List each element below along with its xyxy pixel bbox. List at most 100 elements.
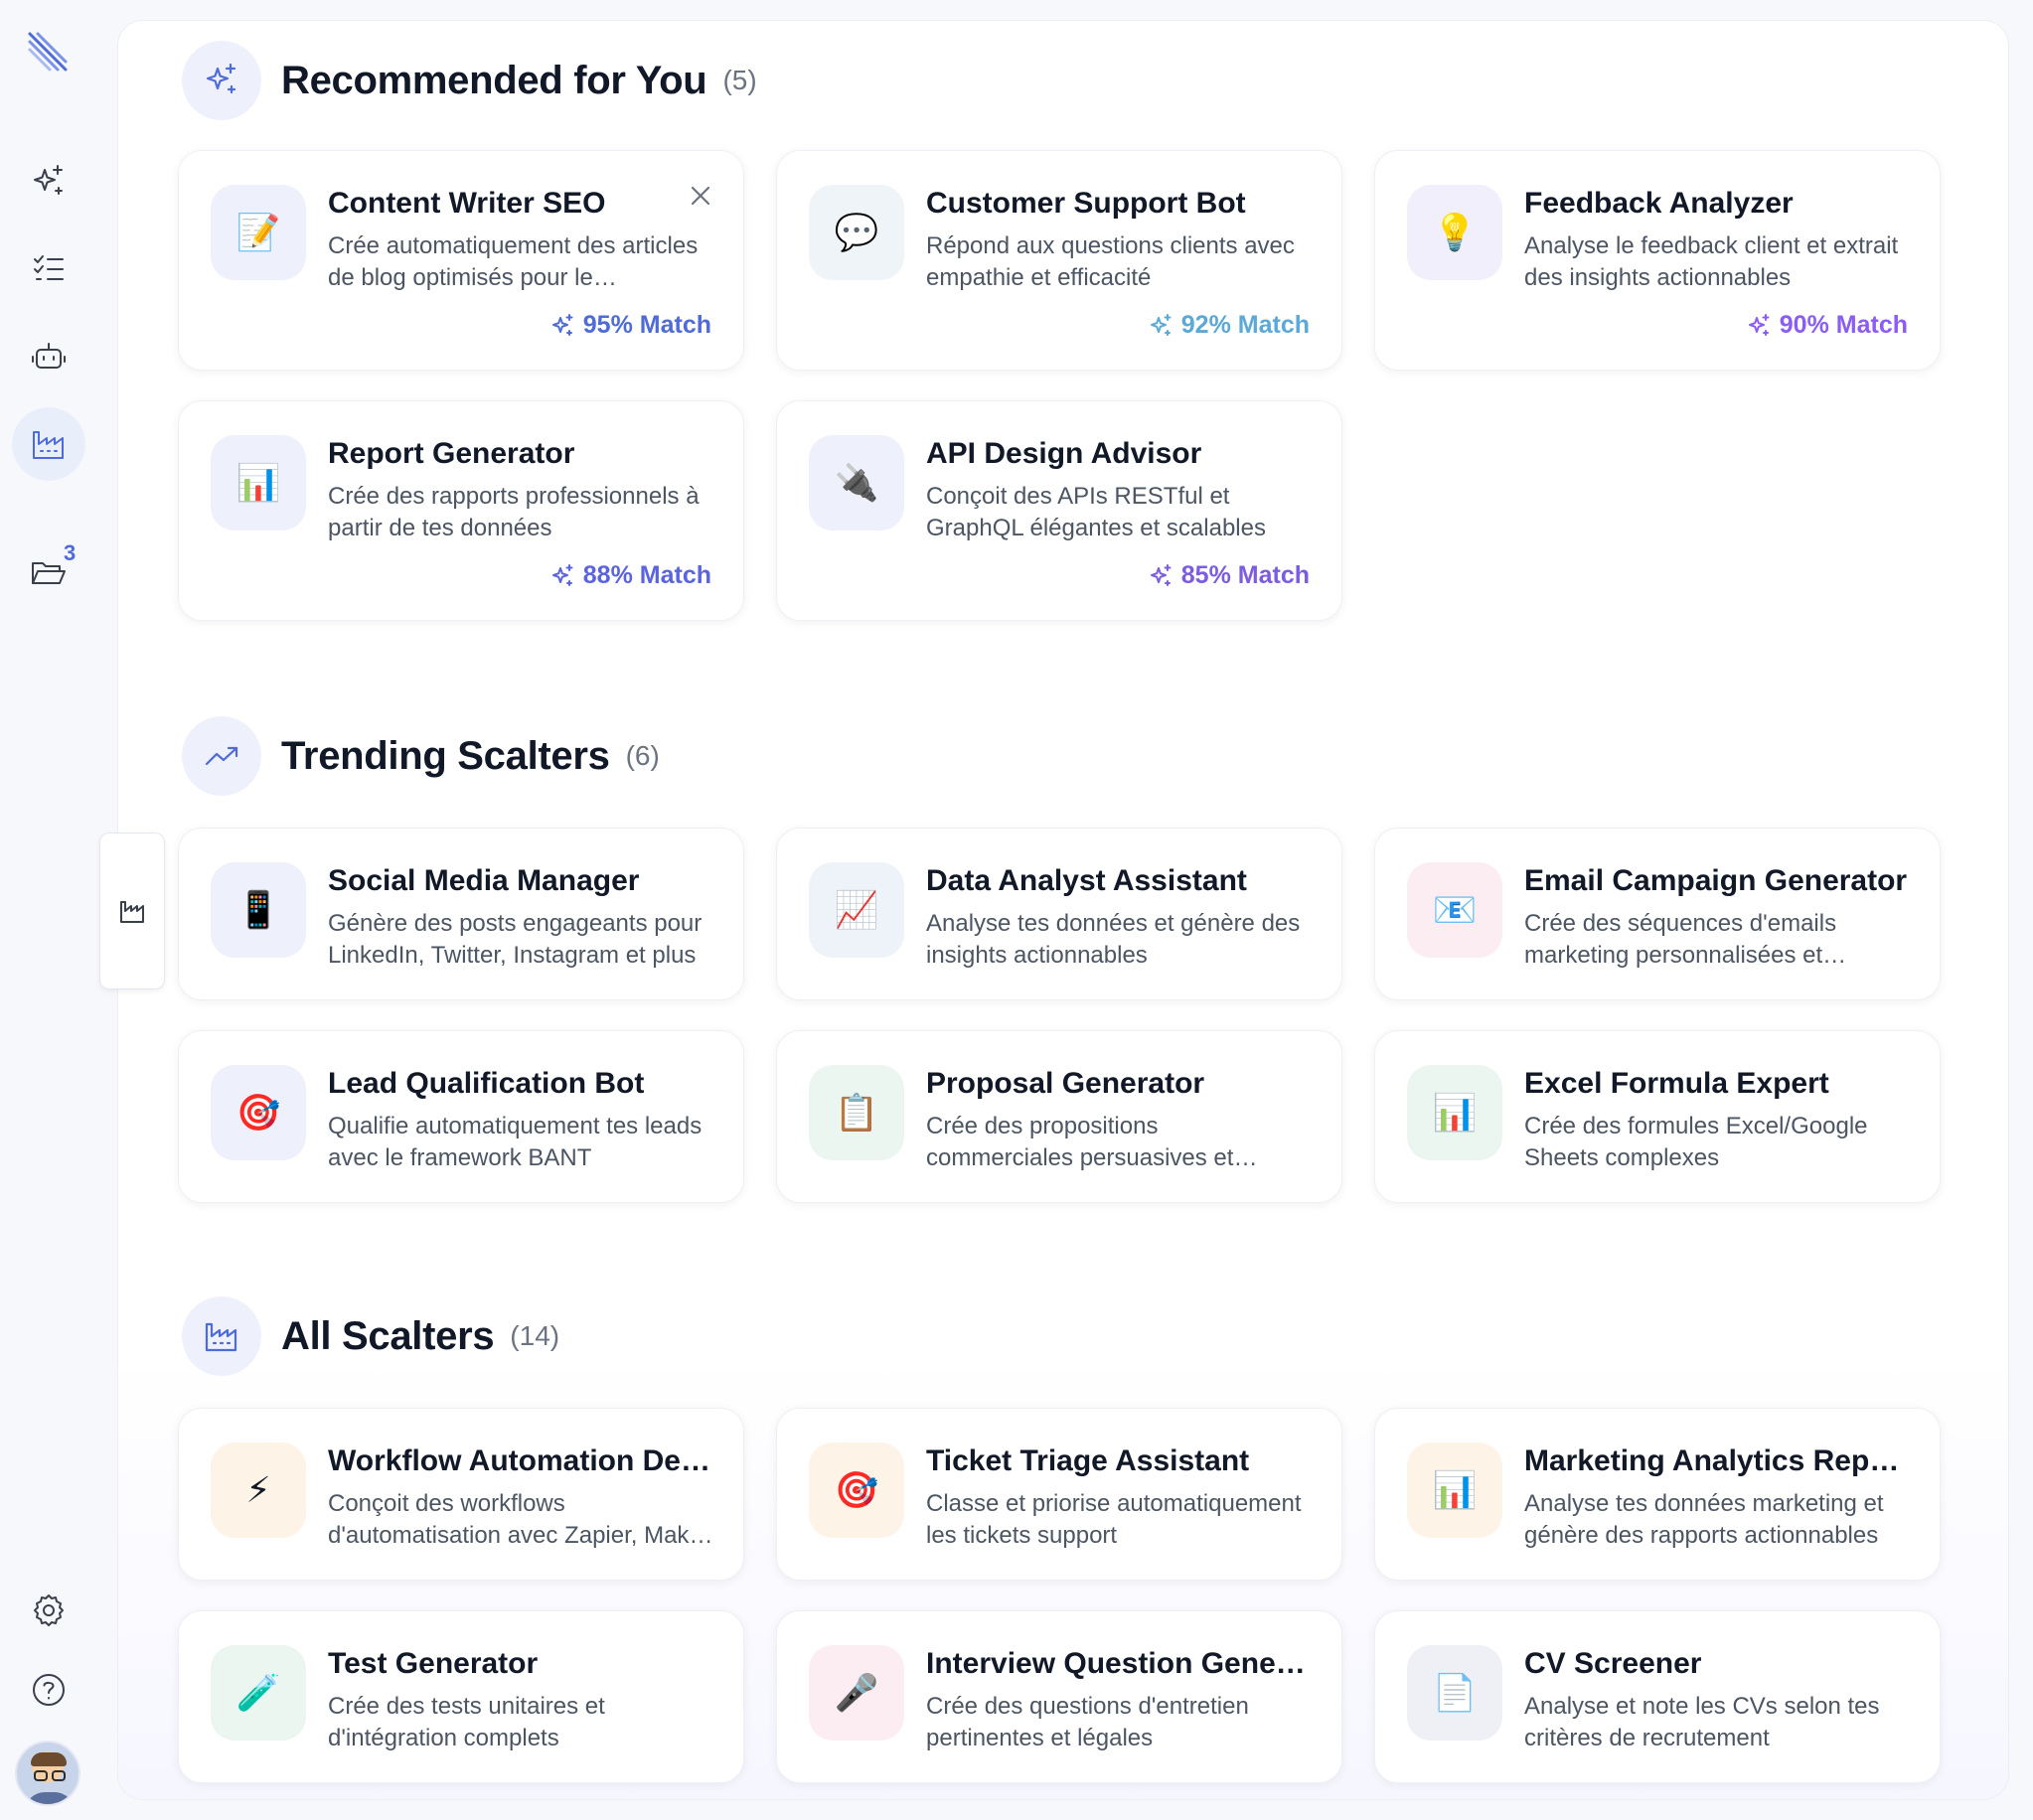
- sidebar-item-factory[interactable]: [12, 407, 85, 481]
- card-title: Excel Formula Expert: [1524, 1067, 1829, 1100]
- card-title: Proposal Generator: [926, 1067, 1205, 1100]
- card-description: Analyse et note les CVs selon tes critèr…: [1524, 1693, 1880, 1751]
- match-label: 90% Match: [1779, 311, 1908, 339]
- card-description: Crée des propositions commerciales persu…: [926, 1113, 1234, 1171]
- match-score: 85% Match: [1148, 561, 1310, 590]
- card-title: Workflow Automation Designer: [328, 1444, 713, 1477]
- scalter-card[interactable]: 📊 Report Generator Crée des rapports profe…: [178, 400, 744, 621]
- card-title: Marketing Analytics Reporter: [1524, 1444, 1910, 1477]
- recommended-header: Recommended for You (5): [182, 41, 757, 120]
- bot-icon: [32, 343, 66, 369]
- panel-toggle-handle[interactable]: [99, 833, 165, 989]
- trending-up-icon: [182, 716, 261, 796]
- folder-icon: [32, 562, 66, 584]
- sparkles-icon: [1748, 313, 1770, 336]
- match-label: 92% Match: [1180, 311, 1310, 339]
- card-description: Qualifie automatiquement tes leads avec …: [328, 1113, 703, 1171]
- tasks-icon: [34, 255, 64, 280]
- match-label: 95% Match: [582, 311, 711, 339]
- scalter-card[interactable]: 🎯 Ticket Triage Assistant Classe et priori…: [776, 1408, 1342, 1581]
- sparkles-icon: [551, 313, 573, 336]
- user-avatar[interactable]: [15, 1741, 80, 1806]
- help-button[interactable]: [12, 1653, 85, 1727]
- scalter-card[interactable]: 📈 Data Analyst Assistant Analyse tes donné…: [776, 828, 1342, 1000]
- scalter-card[interactable]: 📧 Email Campaign Generator Crée des séquen…: [1374, 828, 1941, 1000]
- card-emoji-icon: 🎯: [809, 1442, 904, 1538]
- sparkles-icon: [1150, 563, 1172, 586]
- scalter-card[interactable]: 📋 Proposal Generator Crée des propositions…: [776, 1030, 1342, 1203]
- card-description: Classe et priorise automatiquement les t…: [926, 1490, 1302, 1549]
- card-emoji-icon: 📱: [211, 862, 306, 958]
- card-title: API Design Advisor: [926, 437, 1202, 470]
- card-emoji-icon: 📊: [1407, 1065, 1502, 1160]
- match-label: 88% Match: [582, 561, 711, 589]
- card-title: CV Screener: [1524, 1647, 1702, 1680]
- card-emoji-icon: 🔌: [809, 435, 904, 531]
- section-title: Recommended for You: [281, 58, 707, 102]
- card-emoji-icon: ⚡: [211, 1442, 306, 1538]
- factory-icon: [182, 1296, 261, 1376]
- scalter-card[interactable]: 📄 CV Screener Analyse et note les CVs selo…: [1374, 1610, 1941, 1783]
- settings-button[interactable]: [12, 1574, 85, 1647]
- card-description: Crée des séquences d'emails marketing pe…: [1524, 910, 1837, 969]
- card-title: Feedback Analyzer: [1524, 187, 1794, 220]
- card-title: Interview Question Generator: [926, 1647, 1312, 1680]
- scalter-card[interactable]: 📊 Excel Formula Expert Crée des formules E…: [1374, 1030, 1941, 1203]
- card-description: Génère des posts engageants pour LinkedI…: [328, 910, 703, 969]
- section-title: All Scalters: [281, 1313, 495, 1358]
- folder-count-badge: 3: [64, 540, 77, 565]
- scalter-card[interactable]: 🔌 API Design Advisor Conçoit des APIs REST…: [776, 400, 1342, 621]
- card-description: Analyse tes données marketing et génère …: [1524, 1490, 1884, 1549]
- card-emoji-icon: 📋: [809, 1065, 904, 1160]
- section-count: (14): [510, 1320, 560, 1351]
- scalter-card[interactable]: 🎤 Interview Question Generator Crée des qu…: [776, 1610, 1342, 1783]
- match-label: 85% Match: [1180, 561, 1310, 589]
- sidebar-item-recommendations[interactable]: [12, 145, 85, 219]
- card-title: Customer Support Bot: [926, 187, 1246, 220]
- close-icon: [691, 186, 710, 206]
- card-title: Social Media Manager: [328, 864, 640, 897]
- main-panel: Recommended for You (5) 📝 Content Writer …: [117, 20, 2009, 1800]
- card-description: Crée automatiquement des articles de blo…: [328, 232, 699, 291]
- match-score: 90% Match: [1746, 311, 1908, 340]
- scalter-card[interactable]: 📱 Social Media Manager Génère des posts en…: [178, 828, 744, 1000]
- sparkles-icon: [182, 41, 261, 120]
- match-score: 88% Match: [549, 561, 711, 590]
- section-count: (5): [722, 65, 757, 95]
- match-score: 92% Match: [1148, 311, 1310, 340]
- card-description: Répond aux questions clients avec empath…: [926, 232, 1295, 291]
- section-title: Trending Scalters: [281, 733, 610, 778]
- dismiss-button[interactable]: [686, 181, 715, 211]
- scalter-card[interactable]: 📊 Marketing Analytics Reporter Analyse tes…: [1374, 1408, 1941, 1581]
- gear-icon: [34, 1594, 64, 1626]
- card-description: Conçoit des APIs RESTful et GraphQL élég…: [926, 483, 1266, 541]
- scalter-card[interactable]: 💬 Customer Support Bot Répond aux question…: [776, 150, 1342, 371]
- card-description: Crée des questions d'entretien pertinent…: [926, 1693, 1249, 1751]
- card-emoji-icon: 📈: [809, 862, 904, 958]
- card-emoji-icon: 💡: [1407, 185, 1502, 280]
- scalter-card[interactable]: 🎯 Lead Qualification Bot Qualifie automati…: [178, 1030, 744, 1203]
- sidebar-item-bots[interactable]: [12, 320, 85, 393]
- card-title: Test Generator: [328, 1647, 539, 1680]
- card-title: Lead Qualification Bot: [328, 1067, 645, 1100]
- card-title: Report Generator: [328, 437, 575, 470]
- card-description: Conçoit des workflows d'automatisation a…: [328, 1490, 703, 1549]
- card-title: Data Analyst Assistant: [926, 864, 1247, 897]
- card-description: Crée des rapports professionnels à parti…: [328, 483, 700, 541]
- factory-icon: [33, 431, 64, 459]
- scalter-card[interactable]: 💡 Feedback Analyzer Analyse le feedback cl…: [1374, 150, 1941, 371]
- scalter-card[interactable]: ⚡ Workflow Automation Designer Conçoit des…: [178, 1408, 744, 1581]
- card-emoji-icon: 📊: [211, 435, 306, 531]
- card-title: Content Writer SEO: [328, 187, 606, 220]
- card-emoji-icon: 🧪: [211, 1645, 306, 1741]
- sparkles-icon: [551, 563, 573, 586]
- section-count: (6): [625, 740, 660, 771]
- app-logo[interactable]: [22, 26, 74, 77]
- scalter-card[interactable]: 🧪 Test Generator Crée des tests unitaires …: [178, 1610, 744, 1783]
- match-score: 95% Match: [549, 311, 711, 340]
- card-emoji-icon: 💬: [809, 185, 904, 280]
- card-emoji-icon: 📝: [211, 185, 306, 280]
- card-title: Ticket Triage Assistant: [926, 1444, 1250, 1477]
- scalter-card[interactable]: 📝 Content Writer SEO Crée automatiquement …: [178, 150, 744, 371]
- sidebar-item-tasks[interactable]: [12, 232, 85, 306]
